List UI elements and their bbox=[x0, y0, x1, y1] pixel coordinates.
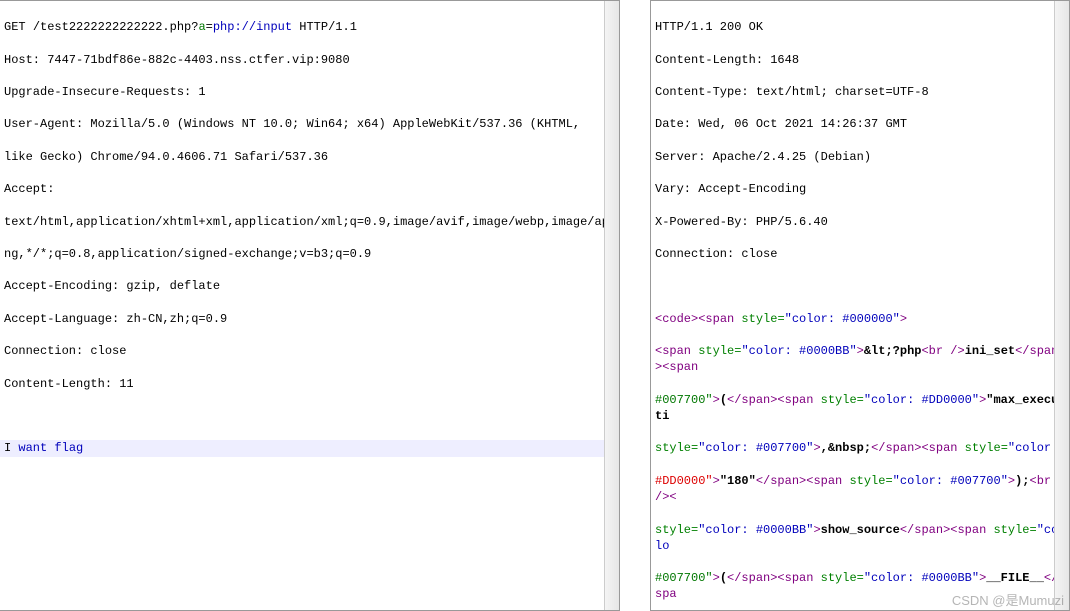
request-content[interactable]: GET /test2222222222222.php?a=php://input… bbox=[0, 1, 619, 491]
watermark: CSDN @是Mumuzi bbox=[952, 590, 1064, 609]
response-status: HTTP/1.1 200 OK bbox=[655, 19, 1065, 35]
request-method: GET bbox=[4, 20, 33, 34]
request-body[interactable]: I want flag bbox=[0, 440, 611, 456]
request-pane: GET /test2222222222222.php?a=php://input… bbox=[0, 0, 620, 611]
response-pane: HTTP/1.1 200 OK Content-Length: 1648 Con… bbox=[650, 0, 1070, 611]
host-header: Host: 7447-71bdf86e-882c-4403.nss.ctfer.… bbox=[4, 52, 615, 68]
response-content[interactable]: HTTP/1.1 200 OK Content-Length: 1648 Con… bbox=[651, 1, 1069, 611]
